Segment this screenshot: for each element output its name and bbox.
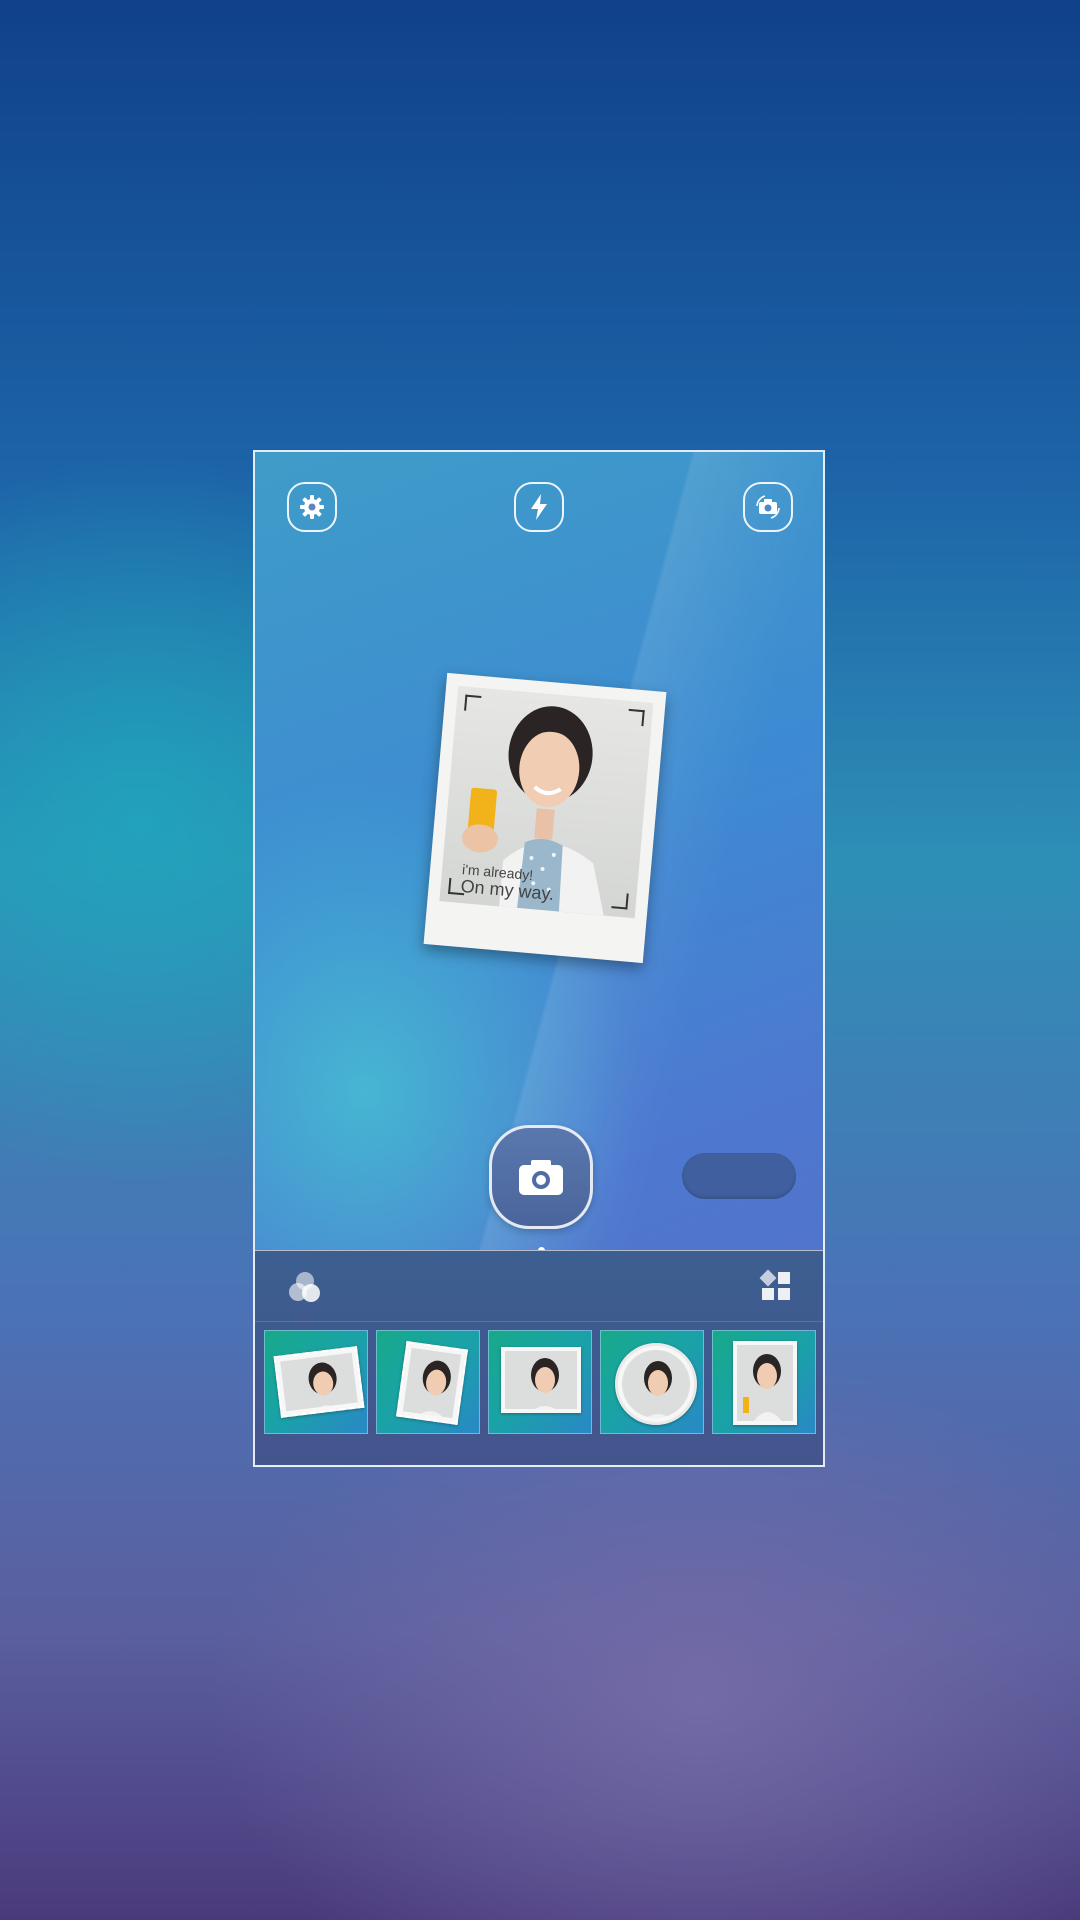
camera-screen: i'm already! On my way. <box>253 450 825 1467</box>
preview-photo: i'm already! On my way. <box>439 685 654 919</box>
frame-thumb-stamp-left[interactable] <box>264 1330 368 1434</box>
shutter-button[interactable] <box>489 1125 593 1229</box>
thumb-frame <box>396 1341 468 1425</box>
settings-button[interactable] <box>287 482 337 532</box>
thumb-portrait <box>402 1347 462 1419</box>
camera-switch-icon <box>756 495 780 519</box>
bottom-panel <box>255 1250 823 1465</box>
filters-icon <box>289 1272 320 1302</box>
panel-tabs <box>255 1251 823 1322</box>
thumb-portrait <box>737 1345 793 1421</box>
thumb-portrait <box>622 1350 690 1418</box>
focus-corner <box>627 708 645 727</box>
frame-thumb-polaroid[interactable] <box>712 1330 816 1434</box>
frame-thumbnails <box>264 1330 816 1434</box>
gear-icon <box>300 495 324 519</box>
camera-icon <box>519 1160 563 1195</box>
thumb-portrait <box>280 1352 358 1412</box>
thumb-frame <box>733 1341 797 1425</box>
frame-thumb-square[interactable] <box>488 1330 592 1434</box>
layout-grid-icon <box>759 1269 790 1300</box>
thumb-frame <box>501 1347 581 1413</box>
focus-corner <box>611 892 629 910</box>
mode-toggle[interactable] <box>682 1153 796 1199</box>
frame-thumb-stamp-right[interactable] <box>376 1330 480 1434</box>
switch-camera-button[interactable] <box>743 482 793 532</box>
frame-thumb-round[interactable] <box>600 1330 704 1434</box>
active-tab-pointer <box>295 1313 311 1321</box>
thumb-frame <box>615 1343 697 1425</box>
filters-tab[interactable] <box>285 1267 325 1307</box>
layouts-tab[interactable] <box>759 1269 793 1303</box>
preview-polaroid: i'm already! On my way. <box>423 672 667 964</box>
focus-corner <box>464 694 482 712</box>
flash-icon <box>531 494 547 520</box>
thumb-frame <box>273 1346 365 1418</box>
flash-button[interactable] <box>514 482 564 532</box>
thumb-portrait <box>505 1351 577 1409</box>
